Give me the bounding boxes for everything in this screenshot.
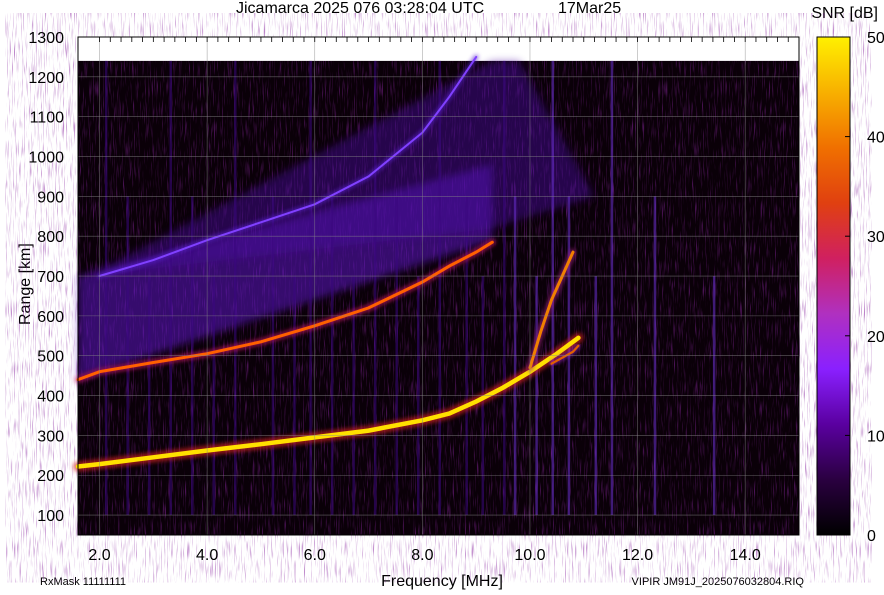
interference-streak [438,60,441,516]
colorbar-tick-label: 50 [867,30,884,47]
y-tick-label: 100 [37,508,64,525]
y-tick-label: 400 [37,389,64,406]
y-tick-label: 300 [37,428,64,445]
interference-streak [503,60,506,516]
ionogram-figure: Jicamarca 2025 076 03:28:04 UTC 17Mar25 … [0,0,884,595]
y-tick-label: 500 [37,349,64,366]
colorbar-tick-label: 0 [867,528,876,545]
y-tick-label: 200 [37,468,64,485]
no-data-band [78,37,799,61]
colorbar-tick-label: 30 [867,229,884,246]
x-tick-label: 4.0 [196,547,218,564]
colorbar-tick-label: 10 [867,428,884,445]
y-tick-label: 900 [37,189,64,206]
y-tick-label: 1000 [28,150,64,167]
interference-streak [373,60,377,516]
interference-streak [309,60,312,516]
x-tick-label: 12.0 [622,547,653,564]
x-tick-label: 14.0 [730,547,761,564]
colorbar-tick-label: 20 [867,329,884,346]
y-tick-label: 1300 [28,30,64,47]
y-tick-label: 800 [37,229,64,246]
colorbar-tick-label: 40 [867,130,884,147]
ionogram-plot: 2.0 4.0 6.0 8.0 10.0 12.0 14.01002003004005006… [28,30,884,564]
colorbar [816,36,851,536]
x-tick-label: 10.0 [514,547,545,564]
x-tick-label: 8.0 [411,547,433,564]
interference-streak [610,60,614,516]
x-tick-label: 2.0 [88,547,110,564]
interference-streak [104,60,108,516]
y-tick-label: 600 [37,309,64,326]
x-tick-label: 6.0 [304,547,326,564]
interference-streak [169,60,172,516]
y-tick-label: 1100 [30,110,65,127]
y-tick-label: 1200 [28,70,64,87]
y-tick-label: 700 [37,269,64,286]
